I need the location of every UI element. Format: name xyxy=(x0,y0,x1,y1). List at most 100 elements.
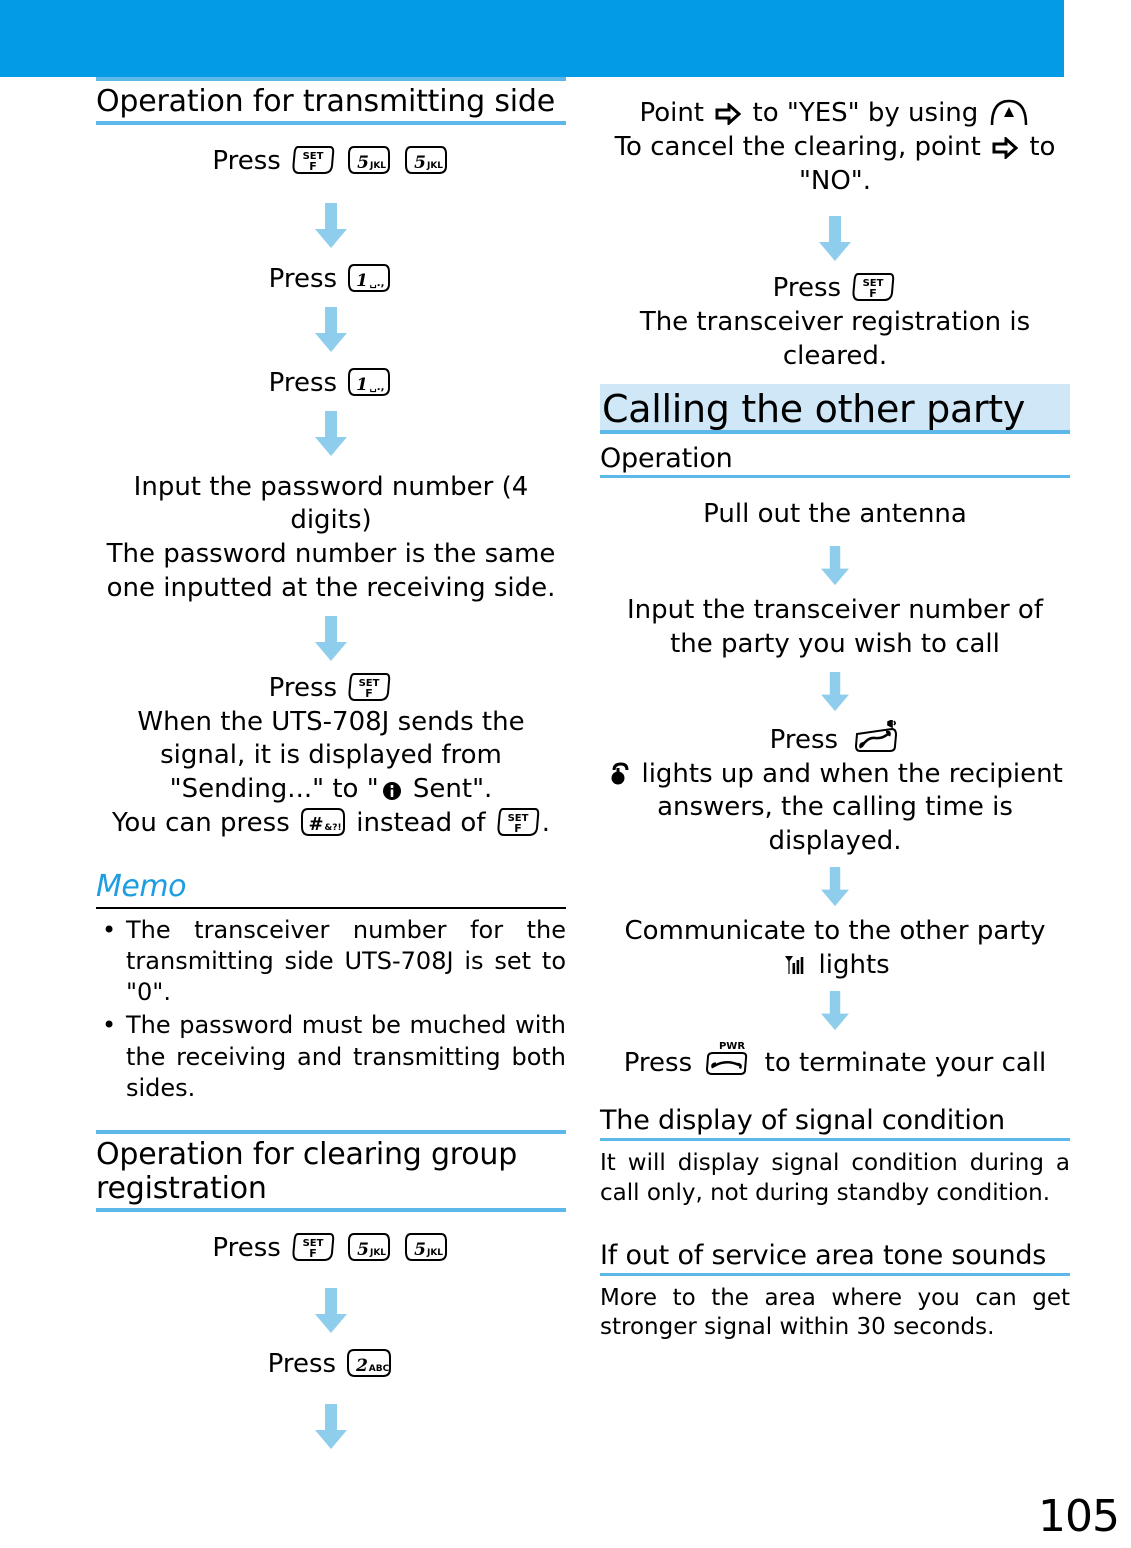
svg-text:PWR: PWR xyxy=(719,1041,745,1052)
up-arrow-key[interactable] xyxy=(989,97,1029,127)
svg-text:JKL: JKL xyxy=(369,1248,386,1258)
out-of-service-body: More to the area where you can get stron… xyxy=(600,1284,1070,1341)
svg-text:5: 5 xyxy=(414,153,426,173)
svg-text:F: F xyxy=(309,1247,317,1260)
pwr-end-key[interactable]: PWR xyxy=(702,1039,754,1077)
down-arrow-icon xyxy=(821,867,849,907)
signal-bars-icon xyxy=(783,953,807,977)
flow-arrow xyxy=(96,1288,566,1334)
hash-text-end: . xyxy=(541,807,551,838)
down-arrow-icon xyxy=(821,546,849,586)
send-desc-line-2: signal, it is displayed from xyxy=(160,740,502,771)
down-arrow-icon xyxy=(315,1288,347,1334)
flow-arrow xyxy=(600,546,1070,586)
communicate-line-1: Communicate to the other party xyxy=(624,916,1046,947)
down-arrow-icon xyxy=(821,671,849,711)
1-key[interactable]: 1 ␣., xyxy=(347,263,391,293)
step-press-pwr-end: Press PWR to terminate your call xyxy=(600,1039,1070,1081)
press-set-row: Press SET F xyxy=(600,272,1070,306)
memo-list: The transceiver number for the transmitt… xyxy=(96,915,566,1104)
talk-desc-a: lights up and when the recipient xyxy=(633,758,1063,789)
press-label: Press xyxy=(212,146,281,177)
press-label: Press xyxy=(268,367,338,398)
clear-result-line-1: The transceiver registration is xyxy=(639,307,1031,338)
heading-calling-other-party: Calling the other party xyxy=(600,383,1070,434)
sent-text-after: Sent". xyxy=(404,774,493,805)
5-jkl-key[interactable]: 5 JKL xyxy=(347,1232,391,1262)
svg-text:1: 1 xyxy=(356,271,368,291)
flow-arrow xyxy=(600,671,1070,712)
down-arrow-icon xyxy=(315,306,347,352)
input-number-line-2: the party you wish to call xyxy=(670,629,1000,660)
flow-arrow xyxy=(96,615,566,662)
press-pwr-text: to terminate your call xyxy=(764,1047,1047,1078)
password-line-2: The password number is the same xyxy=(106,539,556,570)
step-point-yes: Point to "YES" by using To cancel the cl… xyxy=(600,97,1070,198)
hash-key[interactable]: # &?! xyxy=(300,807,346,837)
svg-text:5: 5 xyxy=(414,1240,426,1260)
cancel-text-b: to xyxy=(1029,131,1056,162)
svg-text:#: # xyxy=(308,814,323,835)
svg-text:JKL: JKL xyxy=(426,1248,443,1258)
cancel-text-a: To cancel the clearing, point xyxy=(614,131,981,162)
svg-text:1: 1 xyxy=(356,375,368,395)
svg-text:ABC: ABC xyxy=(369,1364,390,1374)
set-f-key[interactable]: SET F xyxy=(291,145,335,175)
talk-key[interactable] xyxy=(848,718,898,754)
svg-text:JKL: JKL xyxy=(426,161,443,171)
2-abc-key[interactable]: 2 ABC xyxy=(346,1348,392,1378)
step-press-talk: Press lights up and when the recipient a… xyxy=(600,718,1070,859)
heading-operation: Operation xyxy=(600,440,1070,479)
heading-operation-transmitting: Operation for transmitting side xyxy=(96,77,566,126)
1-key[interactable]: 1 ␣., xyxy=(347,367,391,397)
set-f-key[interactable]: SET F xyxy=(851,272,895,302)
hash-text-before: You can press xyxy=(111,807,290,838)
step-clear-press-2: Press 2 ABC xyxy=(96,1348,566,1382)
step-clear-press-set-5-5: Press SET F 5 JKL 5 JKL xyxy=(96,1232,566,1266)
left-column: Operation for transmitting side Press SE… xyxy=(96,77,566,1456)
point-line-3: "NO". xyxy=(798,165,872,196)
point-text-a: Point xyxy=(639,98,704,128)
step-press-1: Press 1 ␣., xyxy=(96,263,566,297)
hash-text-mid: instead of xyxy=(356,807,486,838)
set-f-key[interactable]: SET F xyxy=(347,672,391,702)
talk-desc-line-2: answers, the calling time is xyxy=(657,792,1013,823)
communicate-line-2: lights xyxy=(600,949,1070,983)
svg-text:5: 5 xyxy=(357,1240,369,1260)
svg-text:JKL: JKL xyxy=(369,161,386,171)
set-f-key[interactable]: SET F xyxy=(496,807,540,837)
svg-text:2: 2 xyxy=(355,1356,368,1376)
list-item: The transceiver number for the transmitt… xyxy=(96,915,566,1009)
press-label: Press xyxy=(772,273,842,304)
sent-indicator-icon xyxy=(382,781,402,801)
press-label: Press xyxy=(623,1047,693,1078)
5-jkl-key[interactable]: 5 JKL xyxy=(404,1232,448,1262)
5-jkl-key[interactable]: 5 JKL xyxy=(404,145,448,175)
page-body: Operation for transmitting side Press SE… xyxy=(0,77,1131,1548)
page-number: 105 xyxy=(1038,1491,1120,1542)
right-column: Point to "YES" by using To cancel the cl… xyxy=(600,77,1070,1343)
flow-arrow xyxy=(96,202,566,249)
svg-text:&?!: &?! xyxy=(324,823,341,833)
set-f-key[interactable]: SET F xyxy=(291,1232,335,1262)
down-arrow-icon xyxy=(819,216,851,262)
svg-text:F: F xyxy=(870,287,878,300)
5-jkl-key[interactable]: 5 JKL xyxy=(347,145,391,175)
step-press-set-clear: Press SET F The transceiver registration … xyxy=(600,272,1070,373)
password-line-1: Input the password number (4 digits) xyxy=(133,471,529,536)
heading-display-signal-condition: The display of signal condition xyxy=(600,1102,1070,1142)
heading-memo: Memo xyxy=(96,867,566,909)
flow-arrow xyxy=(96,410,566,457)
press-set-row: Press SET F xyxy=(96,672,566,706)
press-talk-row: Press xyxy=(600,718,1070,758)
flow-arrow xyxy=(96,1403,566,1450)
step-press-set-send: Press SET F When the UTS-708J sends the s… xyxy=(96,672,566,841)
step-pull-antenna: Pull out the antenna xyxy=(703,499,967,530)
send-desc-line-1: When the UTS-708J sends the xyxy=(137,706,525,737)
press-label: Press xyxy=(268,672,338,703)
press-label: Press xyxy=(212,1233,281,1264)
step-press-1-again: Press 1 ␣., xyxy=(96,367,566,401)
point-text-b: to "YES" by using xyxy=(752,98,979,128)
svg-text:F: F xyxy=(309,160,317,173)
communicate-lights: lights xyxy=(810,949,890,980)
